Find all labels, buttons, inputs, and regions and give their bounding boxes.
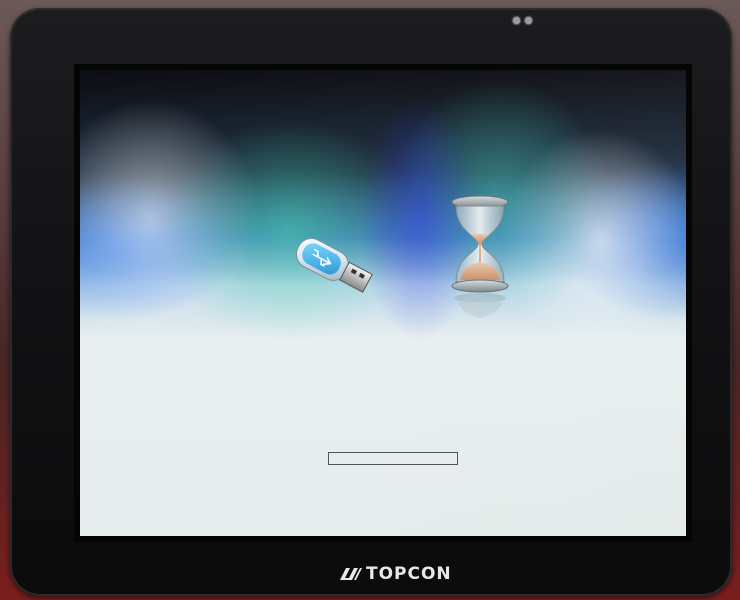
status-led-left xyxy=(513,17,520,24)
topcon-logo-mark-icon xyxy=(340,568,362,580)
brand-name: TOPCON xyxy=(366,564,452,584)
progress-bar xyxy=(328,452,458,465)
usb-flash-drive-icon xyxy=(295,237,373,293)
status-led-right xyxy=(525,17,532,24)
brand-logo: TOPCON xyxy=(338,563,452,585)
display-screen xyxy=(80,70,686,536)
hourglass-icon xyxy=(451,195,509,318)
